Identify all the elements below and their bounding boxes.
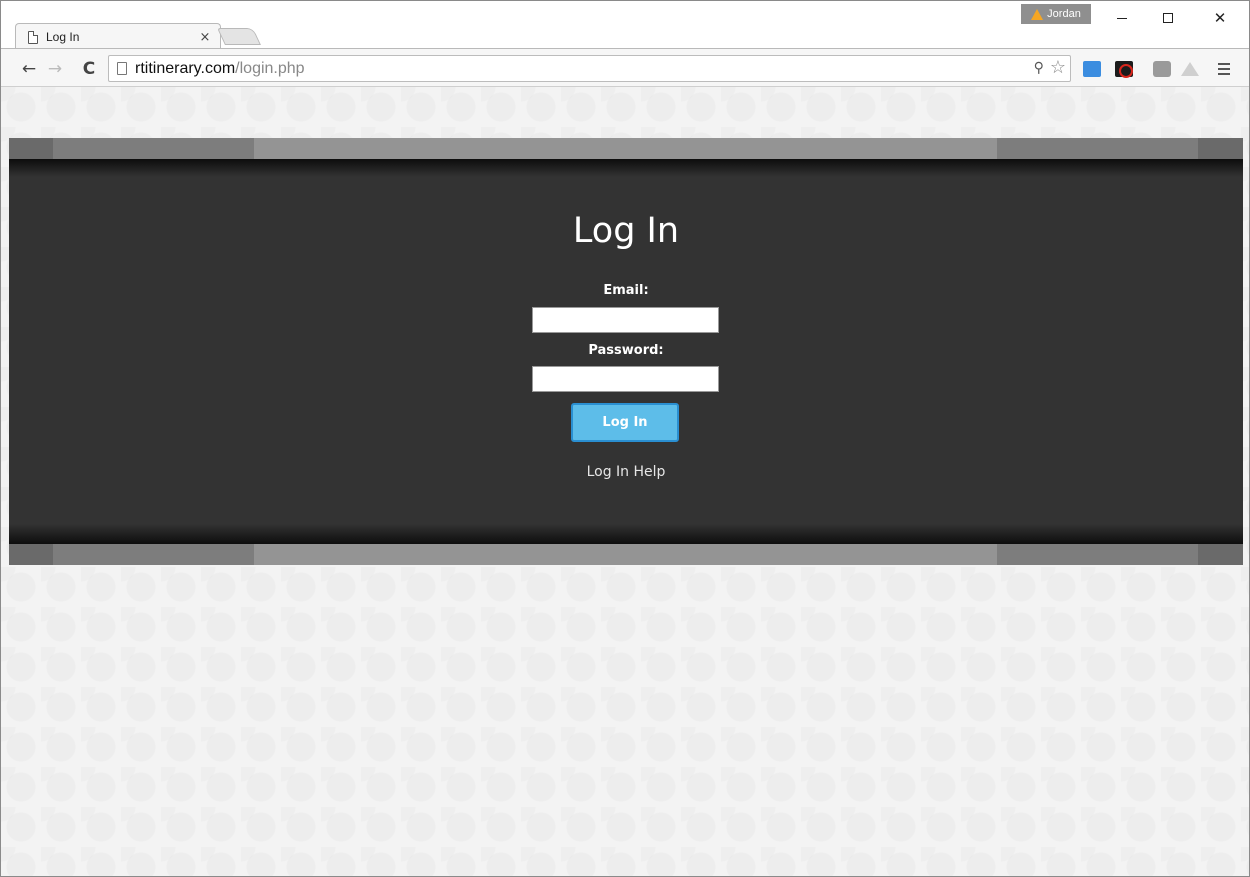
- extension-icon-expand[interactable]: [1083, 61, 1101, 77]
- reload-button[interactable]: C: [78, 58, 100, 80]
- address-bar-actions: ⚲ ☆: [1034, 59, 1066, 77]
- drive-extension-icon[interactable]: [1181, 62, 1199, 76]
- login-button[interactable]: Log In: [571, 403, 679, 442]
- acrobat-extension-icon[interactable]: [1115, 61, 1133, 78]
- profile-name: Jordan: [1047, 8, 1081, 20]
- address-bar[interactable]: rtitinerary.com /login.php ⚲ ☆: [108, 55, 1071, 82]
- email-label: Email:: [603, 283, 649, 298]
- decorative-stripe-bottom: [9, 544, 1243, 565]
- forward-arrow-icon: →: [47, 59, 63, 79]
- tab-title: Log In: [46, 30, 80, 44]
- browser-tab[interactable]: Log In ×: [15, 23, 221, 48]
- maximize-button[interactable]: [1145, 5, 1191, 31]
- url-path: /login.php: [235, 59, 305, 77]
- browser-window: Log In × Jordan ✕ ← → C rtitinerary.com …: [0, 0, 1250, 877]
- email-field[interactable]: [532, 307, 719, 333]
- profile-badge[interactable]: Jordan: [1021, 4, 1091, 24]
- reload-icon: C: [82, 59, 96, 79]
- minimize-button[interactable]: [1099, 5, 1145, 31]
- close-window-button[interactable]: ✕: [1197, 5, 1243, 31]
- browser-menu-icon[interactable]: [1214, 59, 1234, 79]
- close-icon: ✕: [1213, 9, 1227, 27]
- new-tab-button[interactable]: [217, 28, 261, 45]
- password-field[interactable]: [532, 366, 719, 392]
- page-icon: [117, 62, 127, 75]
- decorative-stripe-top: [9, 138, 1243, 159]
- back-button[interactable]: ←: [18, 58, 40, 80]
- browser-toolbar: ← → C rtitinerary.com /login.php ⚲ ☆: [1, 48, 1249, 87]
- bookmark-star-icon[interactable]: ☆: [1050, 59, 1066, 77]
- password-label: Password:: [588, 343, 664, 358]
- forward-button[interactable]: →: [44, 58, 66, 80]
- minimize-icon: [1117, 17, 1127, 19]
- key-icon[interactable]: ⚲: [1034, 60, 1044, 76]
- maximize-icon: [1163, 13, 1173, 23]
- back-arrow-icon: ←: [21, 59, 37, 79]
- tab-content: Log In ×: [28, 28, 212, 46]
- login-panel: Log In Email: Password: Log In Log In He…: [9, 159, 1243, 544]
- page-content: Log In Email: Password: Log In Log In He…: [1, 87, 1249, 876]
- extension-icon-grey[interactable]: [1153, 61, 1171, 77]
- title-bar: Log In × Jordan ✕: [1, 1, 1249, 48]
- page-icon: [28, 30, 38, 44]
- warning-icon: [1031, 8, 1044, 20]
- tab-close-icon[interactable]: ×: [198, 30, 212, 45]
- login-help-link[interactable]: Log In Help: [9, 464, 1243, 480]
- page-title: Log In: [572, 211, 680, 251]
- url-host: rtitinerary.com: [135, 59, 236, 77]
